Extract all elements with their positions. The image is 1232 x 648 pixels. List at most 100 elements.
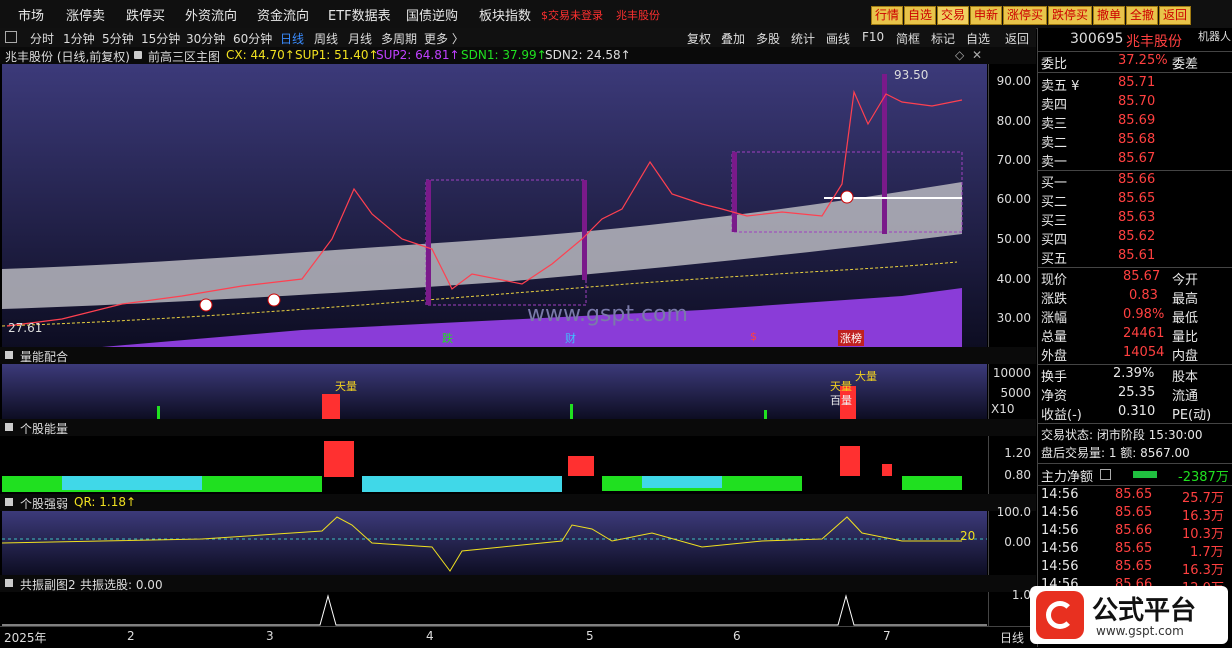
menu-fund-flow[interactable]: 资金流向 [257,5,309,24]
indicator-menu-icon[interactable] [5,579,13,587]
bid-row[interactable]: 买二 85.65 [1038,190,1232,210]
menu-etf-data[interactable]: ETF数据表 [328,5,391,24]
row-label: 卖五 ¥ [1041,79,1080,94]
volume-chart-area[interactable]: 天量 天量 大量 百量 [2,364,987,419]
period-more[interactable]: 更多 〉 [424,30,464,47]
quote-panel: 300695 兆丰股份 机器人 概念 委比 37.25% 委差 卖五 ¥ 85.7… [1037,28,1232,647]
menu-foreign-flow[interactable]: 外资流向 [185,5,237,24]
period-tab[interactable]: 日线 [1000,629,1024,646]
tool-draw[interactable]: 画线 [826,30,850,47]
row-label: 涨跌 [1041,292,1068,307]
ask-row[interactable]: 卖二 85.68 [1038,131,1232,151]
menu-limit-up-sell[interactable]: 涨停卖 [66,5,105,24]
tool-mark[interactable]: 标记 [931,30,955,47]
row-value: -2387万 [1178,470,1229,485]
menu-market[interactable]: 市场 [18,5,44,24]
main-flow-row[interactable]: 主力净额 -2387万 [1038,465,1232,485]
tick-price: 85.65 [1115,559,1153,574]
tool-simple-frame[interactable]: 简框 [896,30,920,47]
tool-watchlist[interactable]: 自选 [966,30,990,47]
energy-panel-title[interactable]: 个股能量 [20,420,68,437]
strength-panel-title[interactable]: 个股强弱 [20,495,68,512]
tool-overlay[interactable]: 叠加 [721,30,745,47]
list-icon[interactable] [1100,469,1111,480]
stat-row: 总量 24461 量比 [1038,325,1232,345]
tool-stats[interactable]: 统计 [791,30,815,47]
trade-state: 交易状态: 闭市阶段 15:30:00 [1038,425,1232,444]
row-label: 买四 [1041,233,1068,248]
period-30min[interactable]: 30分钟 [186,30,225,47]
strength-panel-header: 个股强弱 QR: 1.18↑ [0,494,1036,511]
indicator-menu-icon[interactable] [5,351,13,359]
energy-chart-area[interactable] [2,436,987,494]
tool-f10[interactable]: F10 [862,30,884,44]
period-1min[interactable]: 1分钟 [63,30,95,47]
indicator-menu-icon[interactable] [5,498,13,506]
toolbar-cancel-all-button[interactable]: 全撤 [1126,6,1159,25]
resonance-panel-title[interactable]: 共振副图2 [20,576,76,593]
toolbar-limit-up-buy-button[interactable]: 涨停买 [1003,6,1048,25]
period-weekly[interactable]: 周线 [314,30,338,47]
menu-repo[interactable]: 国债逆购 [406,5,458,24]
ask-row[interactable]: 卖三 85.69 [1038,112,1232,132]
period-multi[interactable]: 多周期 [381,30,417,47]
menu-sector-index[interactable]: 板块指数 [479,5,531,24]
toolbar-ipo-button[interactable]: 申新 [970,6,1003,25]
row-value: 85.67 [1123,269,1161,284]
row-value: 25.35 [1118,385,1156,400]
period-60min[interactable]: 60分钟 [233,30,272,47]
toolbar-limit-down-buy-button[interactable]: 跌停买 [1048,6,1093,25]
resonance-chart-area[interactable] [2,592,987,626]
close-icon[interactable]: ✕ [972,48,982,62]
tool-multi-stock[interactable]: 多股 [756,30,780,47]
panel-toggle-icon[interactable] [5,31,17,43]
bid-row[interactable]: 买三 85.63 [1038,209,1232,229]
period-monthly[interactable]: 月线 [348,30,372,47]
period-15min[interactable]: 15分钟 [141,30,180,47]
tick-time: 14:56 [1041,577,1079,586]
main-chart-svg [2,64,987,347]
row-label: 收益(-) [1041,408,1082,423]
tick-price: 85.65 [1115,487,1153,502]
strength-chart-area[interactable]: 20 [2,511,987,575]
row-label: 卖一 [1041,155,1068,170]
tool-adjust[interactable]: 复权 [687,30,711,47]
row-value: 0.98% [1123,307,1165,322]
indicator-menu-icon[interactable] [134,51,142,59]
toolbar-watchlist-button[interactable]: 自选 [904,6,937,25]
diamond-icon[interactable]: ◇ [955,48,964,62]
tick-row: 14:56 85.65 25.7万 [1038,486,1232,506]
flow-bar [1133,471,1157,478]
axis-label: 60.00 [996,192,1031,206]
indicator-name[interactable]: 前高三区主图 [148,48,220,65]
row-value: 24461 [1123,326,1165,341]
menu-stock-name: 兆丰股份 [616,9,660,22]
row-value: 37.25% [1118,53,1168,68]
period-5min[interactable]: 5分钟 [102,30,134,47]
period-timeshare[interactable]: 分时 [30,30,54,47]
toolbar-trade-button[interactable]: 交易 [937,6,970,25]
tool-return[interactable]: 返回 [1005,30,1029,47]
row-label: 股本 [1172,370,1199,385]
bid-row[interactable]: 买一 85.66 [1038,171,1232,191]
row-value: 85.66 [1118,172,1156,187]
ask-row[interactable]: 卖一 85.67 [1038,150,1232,170]
login-notice[interactable]: $交易未登录 [541,7,603,23]
toolbar-cancel-order-button[interactable]: 撤单 [1093,6,1126,25]
row-label: 委比 [1041,57,1068,72]
main-chart-area[interactable]: 93.50 27.61 www.gspt.com 跌 财 $ 涨榜 [2,64,987,347]
indicator-menu-icon[interactable] [5,423,13,431]
period-daily[interactable]: 日线 [280,30,304,47]
toolbar-quotes-button[interactable]: 行情 [871,6,904,25]
volume-panel-title[interactable]: 量能配合 [20,348,68,365]
bid-row[interactable]: 买五 85.61 [1038,247,1232,267]
toolbar-return-button[interactable]: 返回 [1159,6,1192,25]
axis-label: 10000 [992,366,1031,380]
bid-row[interactable]: 买四 85.62 [1038,228,1232,248]
ask-row[interactable]: 卖五 ¥ 85.71 [1038,74,1232,94]
axis-label: 1.20 [1004,446,1031,460]
menu-limit-down-buy[interactable]: 跌停买 [126,5,165,24]
stat-row: 净资 25.35 流通 [1038,384,1232,404]
ask-row[interactable]: 卖四 85.70 [1038,93,1232,113]
concept-tag[interactable]: 机器人 概念 [1198,28,1232,44]
